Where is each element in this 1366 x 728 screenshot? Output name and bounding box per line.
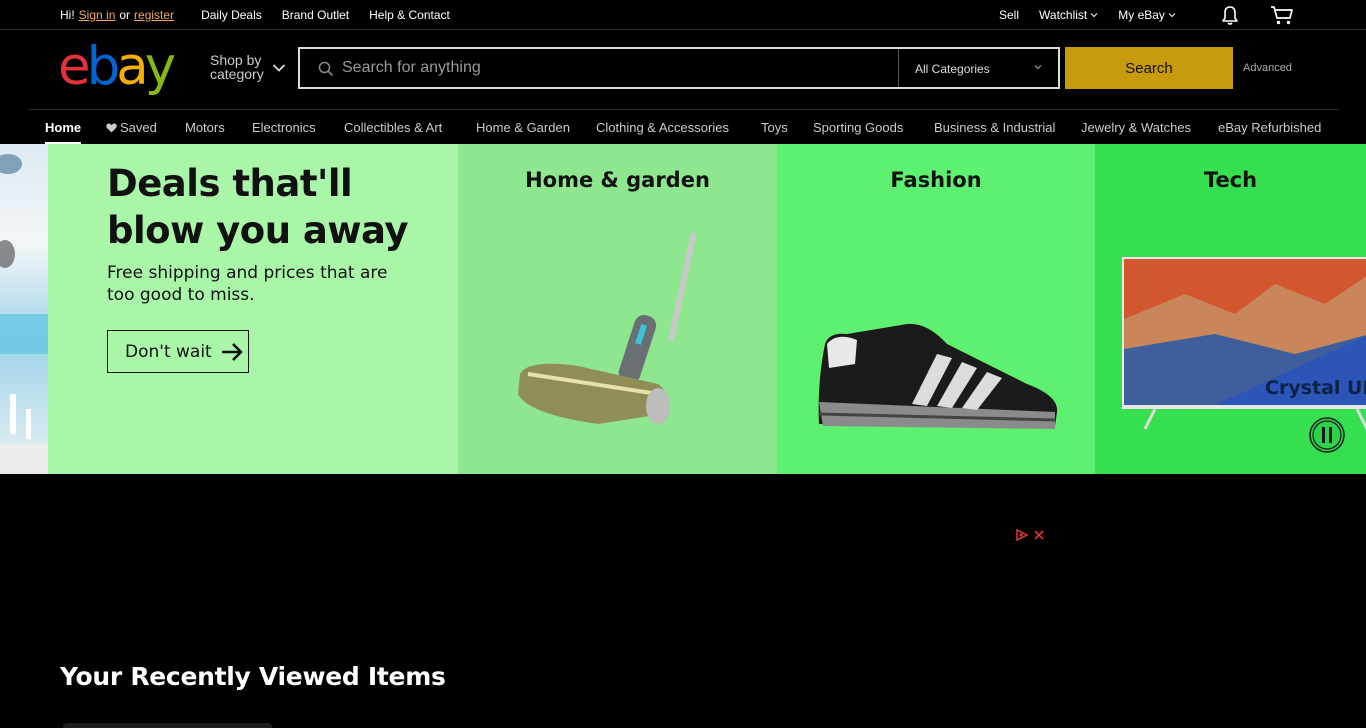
daily-deals-link[interactable]: Daily Deals: [201, 8, 262, 22]
chevron-down-icon: [1034, 65, 1042, 70]
greeting-text: Hi!: [60, 8, 75, 22]
ad-controls: [1015, 528, 1045, 542]
brand-outlet-link[interactable]: Brand Outlet: [282, 8, 349, 22]
previous-slide-image: [0, 144, 48, 474]
nav-item-business[interactable]: Business & Industrial: [934, 120, 1055, 135]
hero-carousel: Deals that'll blow you away Free shippin…: [0, 144, 1366, 474]
top-bar: Hi! Sign in or register Daily Deals Bran…: [0, 0, 1366, 30]
header: ebay Shop by category All Categories Sea…: [0, 31, 1366, 109]
home-garden-panel[interactable]: Home & garden: [458, 144, 777, 474]
chevron-down-icon: [272, 64, 286, 72]
nav-item-clothing[interactable]: Clothing & Accessories: [596, 120, 729, 135]
nav-item-collectibles[interactable]: Collectibles & Art: [344, 120, 442, 135]
shop-by-category-button[interactable]: Shop by category: [210, 53, 264, 81]
top-bar-left: Hi! Sign in or register Daily Deals Bran…: [60, 8, 450, 22]
pause-icon: [1309, 417, 1345, 453]
category-select[interactable]: All Categories: [899, 49, 1058, 87]
chevron-down-icon: [1168, 13, 1176, 18]
category-nav: Home Saved Motors Electronics Collectibl…: [28, 109, 1339, 144]
vacuum-image: [518, 232, 697, 424]
arrow-right-icon: [221, 342, 243, 361]
nav-item-home[interactable]: Home: [45, 120, 81, 135]
chevron-down-icon: [1090, 13, 1098, 18]
sign-in-link[interactable]: Sign in: [79, 8, 116, 22]
pause-carousel-button[interactable]: [1308, 416, 1346, 459]
nav-item-motors[interactable]: Motors: [185, 120, 225, 135]
bell-icon[interactable]: [1219, 4, 1241, 29]
my-ebay-dropdown[interactable]: My eBay: [1118, 8, 1176, 22]
dont-wait-button[interactable]: Don't wait: [107, 330, 249, 373]
hero-headline: Deals that'll blow you away: [107, 162, 409, 252]
nav-item-toys[interactable]: Toys: [761, 120, 788, 135]
heart-icon: [106, 123, 117, 132]
help-contact-link[interactable]: Help & Contact: [369, 8, 450, 22]
nav-item-electronics[interactable]: Electronics: [252, 120, 316, 135]
ad-choices-icon[interactable]: [1015, 528, 1029, 542]
nav-item-jewelry[interactable]: Jewelry & Watches: [1081, 120, 1191, 135]
watchlist-dropdown[interactable]: Watchlist: [1039, 8, 1098, 22]
advanced-search-link[interactable]: Advanced: [1243, 62, 1292, 74]
svg-text:Crystal UH: Crystal UH: [1265, 377, 1366, 399]
sneaker-image: [818, 323, 1058, 429]
hero-main-panel: Deals that'll blow you away Free shippin…: [48, 144, 458, 474]
nav-item-refurbished[interactable]: eBay Refurbished: [1218, 120, 1321, 135]
recently-viewed-item-card[interactable]: [63, 723, 272, 728]
ebay-logo[interactable]: ebay: [58, 37, 176, 97]
search-button[interactable]: Search: [1065, 47, 1233, 89]
cart-icon[interactable]: [1269, 4, 1295, 29]
or-text: or: [119, 8, 131, 22]
sell-link[interactable]: Sell: [999, 8, 1019, 22]
search-icon: [318, 61, 334, 77]
hero-subtext: Free shipping and prices that are too go…: [107, 263, 388, 305]
nav-item-sporting-goods[interactable]: Sporting Goods: [813, 120, 903, 135]
recently-viewed-heading: Your Recently Viewed Items: [60, 662, 446, 691]
search-input[interactable]: [342, 49, 892, 87]
top-bar-right: Sell Watchlist My eBay: [999, 8, 1196, 22]
nav-item-saved[interactable]: Saved: [106, 120, 157, 135]
close-ad-icon[interactable]: [1033, 528, 1045, 542]
search-box: All Categories: [298, 47, 1060, 89]
fashion-panel[interactable]: Fashion: [777, 144, 1095, 474]
nav-item-home-garden[interactable]: Home & Garden: [476, 120, 570, 135]
register-link[interactable]: register: [134, 8, 174, 22]
